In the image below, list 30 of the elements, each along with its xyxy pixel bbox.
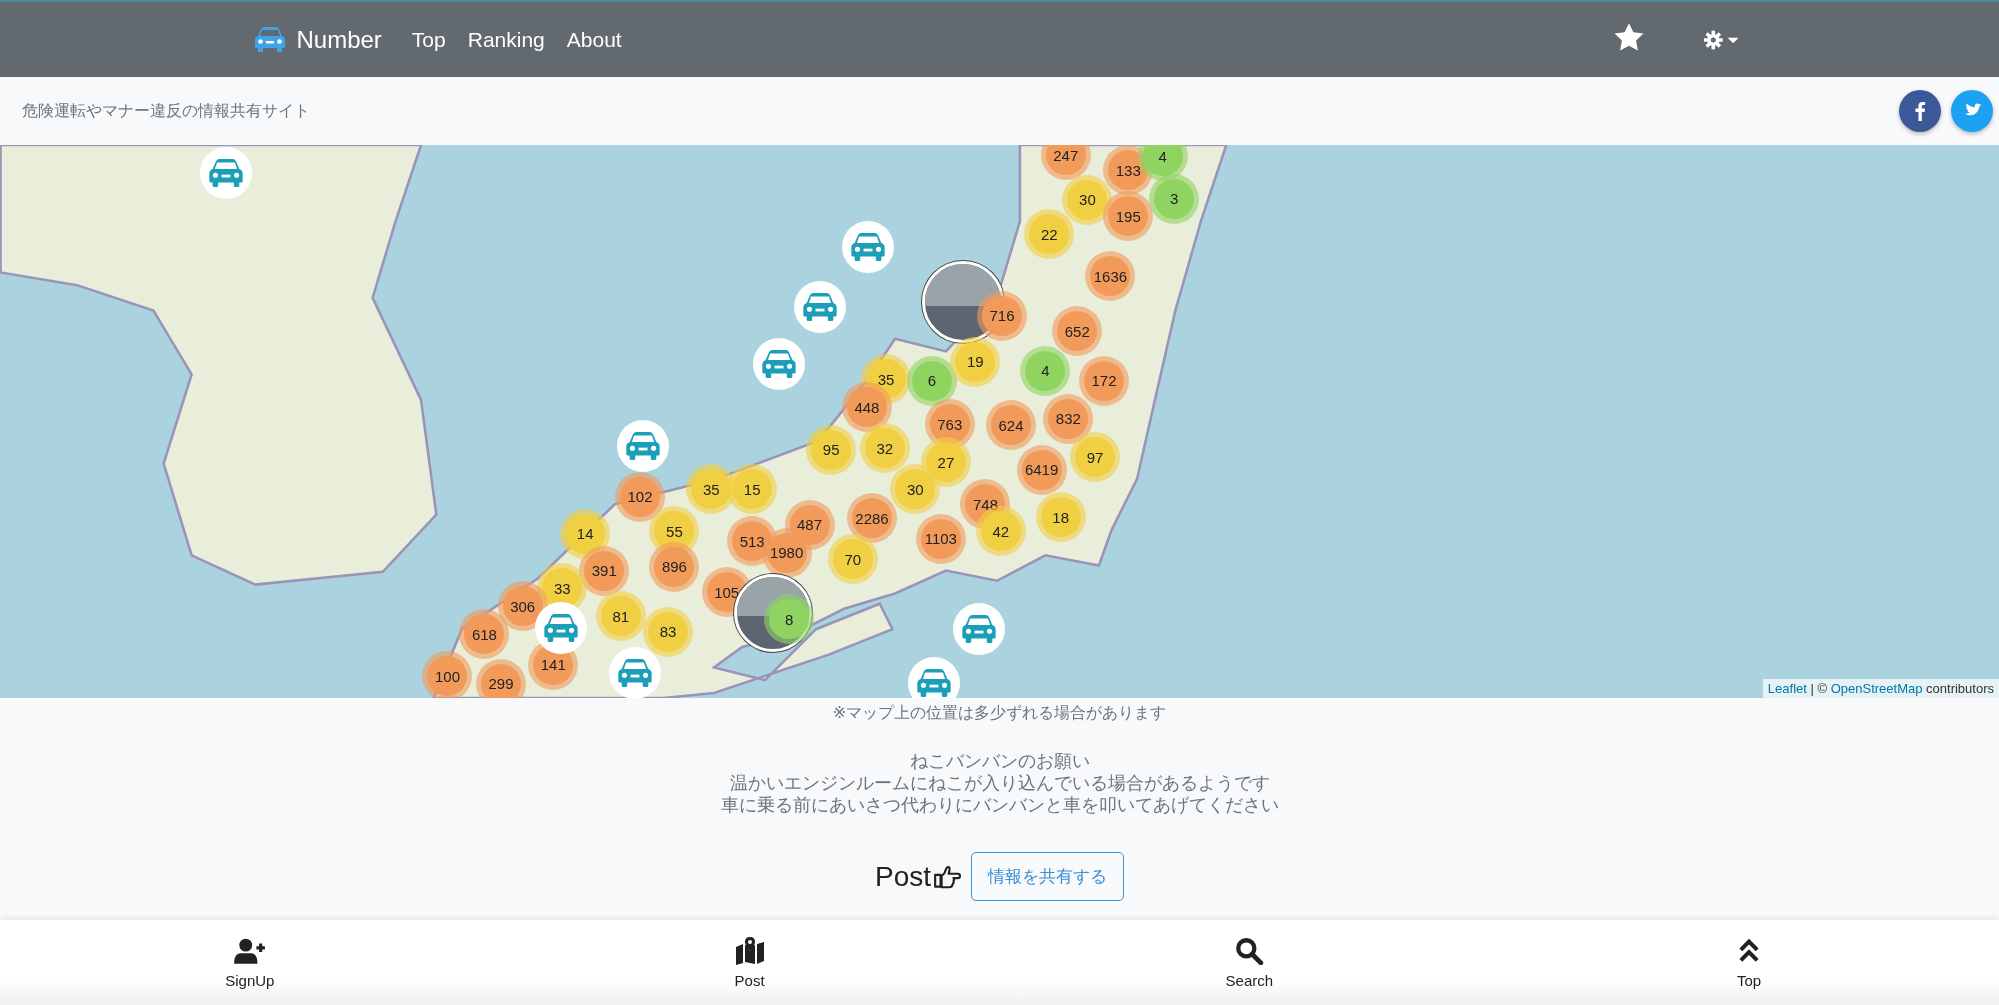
openstreetmap-link[interactable]: OpenStreetMap	[1830, 681, 1923, 696]
bottom-nav-link[interactable]: SignUp	[0, 920, 500, 1005]
map-pin-icon	[733, 936, 766, 965]
bottom-nav-link[interactable]: Post	[499, 920, 1000, 1005]
search-icon	[1233, 936, 1266, 965]
settings-icon[interactable]	[1701, 28, 1740, 51]
map-tiles[interactable]	[0, 145, 1999, 698]
leaflet-link[interactable]: Leaflet	[1767, 681, 1807, 696]
cluster-marker[interactable]: 102	[620, 476, 660, 517]
map-note-text: ※マップ上の位置は多少ずれる場合があります	[832, 703, 1167, 723]
brand-link[interactable]: Number	[251, 25, 382, 54]
notice-text: 車に乗る前にあいさつ代わりにバンバンと車を叩いてあげてください	[720, 794, 1279, 816]
cluster-marker[interactable]: 14	[565, 513, 606, 554]
notice-title: ねこバンバンのお願い	[909, 750, 1090, 772]
post-label: Post	[875, 860, 931, 893]
facebook-button[interactable]	[1899, 90, 1941, 132]
nav-link[interactable]: Ranking	[467, 27, 545, 52]
attribution-text: Leaflet | © OpenStreetMap contributors	[1762, 679, 1999, 698]
tagline-text: 危険運転やマナー違反の情報共有サイト	[22, 100, 310, 121]
nav-link[interactable]: Top	[411, 27, 446, 52]
cluster-marker[interactable]: 35	[691, 469, 732, 510]
notice-text: 温かいエンジンルームにねこが入り込んでいる場合があるようです	[729, 772, 1270, 794]
bottom-nav-link[interactable]: Top	[1499, 920, 1999, 1005]
twitter-button[interactable]	[1951, 90, 1993, 132]
user-plus-icon	[233, 936, 266, 965]
nav-link[interactable]: About	[566, 27, 622, 52]
pointing-hand-icon	[933, 864, 961, 889]
cluster-marker[interactable]: 100	[427, 656, 468, 697]
bottom-nav-link[interactable]: Search	[999, 920, 1500, 1005]
car-marker[interactable]	[908, 656, 961, 698]
